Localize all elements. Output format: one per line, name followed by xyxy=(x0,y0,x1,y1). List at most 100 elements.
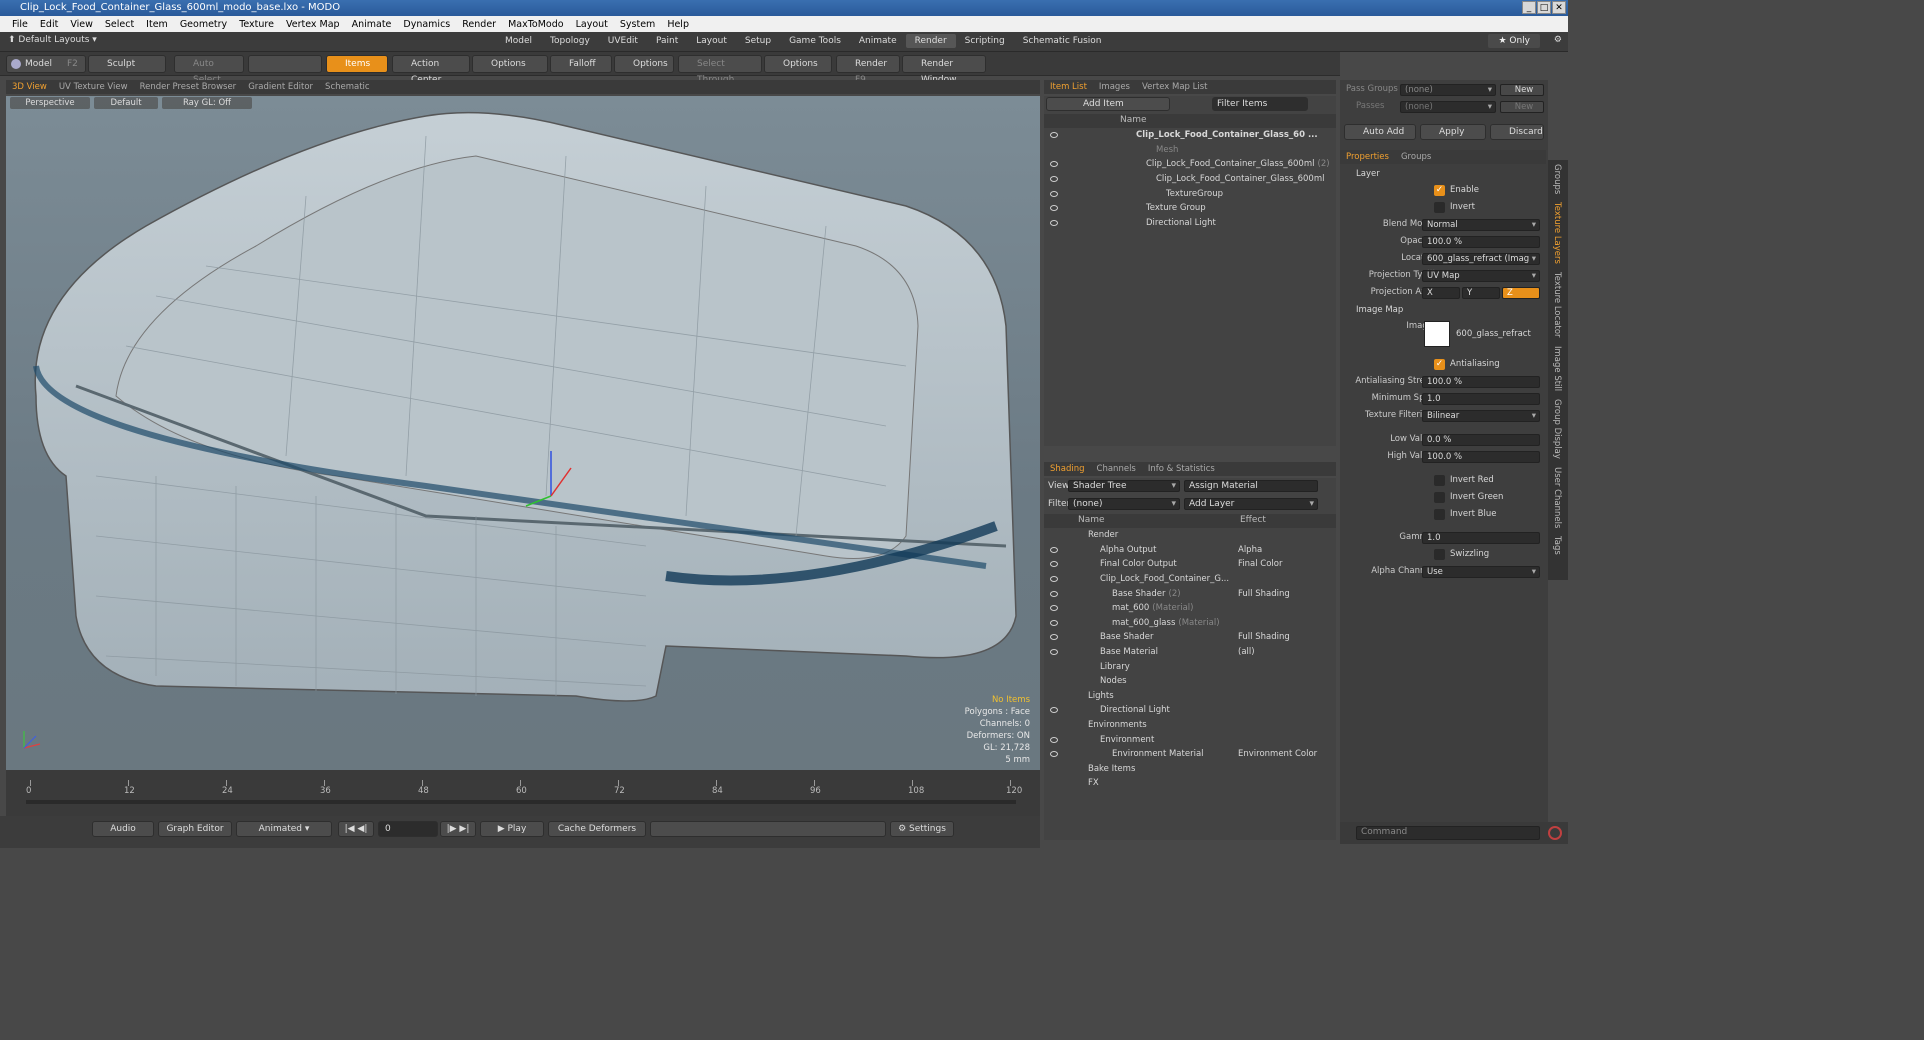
item-row[interactable]: Clip_Lock_Food_Container_Glass_60 ... xyxy=(1044,128,1336,143)
passes-dropdown[interactable]: (none) xyxy=(1400,101,1496,113)
shader-effect[interactable]: (all) xyxy=(1238,647,1255,657)
shader-effect[interactable]: Full Shading xyxy=(1238,632,1290,642)
viewport-tab-uv-texture-view[interactable]: UV Texture View xyxy=(53,82,134,92)
add-layer-dropdown[interactable]: Add Layer xyxy=(1184,498,1318,510)
item-row[interactable]: Directional Light xyxy=(1044,216,1336,231)
layout-tab-schematic-fusion[interactable]: Schematic Fusion xyxy=(1014,34,1111,48)
invert-blue-checkbox[interactable] xyxy=(1434,509,1445,520)
visibility-eye-icon[interactable] xyxy=(1050,176,1058,183)
command-input[interactable]: Command xyxy=(1356,826,1540,840)
menu-file[interactable]: File xyxy=(6,19,34,30)
side-tab-user-channels[interactable]: User Channels xyxy=(1552,463,1562,532)
viewport-tab-3d-view[interactable]: 3D View xyxy=(6,82,53,92)
visibility-eye-icon[interactable] xyxy=(1050,190,1058,197)
menu-dynamics[interactable]: Dynamics xyxy=(397,19,456,30)
graph-editor-button[interactable]: Graph Editor xyxy=(158,821,232,837)
visibility-eye-icon[interactable] xyxy=(1050,546,1058,553)
blend-mode-dropdown[interactable]: Normal xyxy=(1422,219,1540,231)
swizzling-checkbox[interactable] xyxy=(1434,549,1445,560)
view-dropdown[interactable]: Shader Tree xyxy=(1068,480,1180,492)
layout-tab-animate[interactable]: Animate xyxy=(850,34,906,48)
shader-row[interactable]: Library xyxy=(1044,659,1336,674)
visibility-eye-icon[interactable] xyxy=(1050,561,1058,568)
record-icon[interactable] xyxy=(1548,826,1562,840)
item-row[interactable]: Clip_Lock_Food_Container_Glass_600ml (2) xyxy=(1044,157,1336,172)
raygl-button[interactable]: Ray GL: Off xyxy=(162,97,252,109)
side-tab-image-still[interactable]: Image Still xyxy=(1552,342,1562,395)
item-tab-images[interactable]: Images xyxy=(1093,82,1136,92)
audio-button[interactable]: Audio xyxy=(92,821,154,837)
visibility-eye-icon[interactable] xyxy=(1050,590,1058,597)
image-thumbnail[interactable] xyxy=(1424,321,1450,347)
gear-icon[interactable]: ⚙ xyxy=(1554,35,1562,45)
menu-layout[interactable]: Layout xyxy=(570,19,614,30)
side-tab-texture-layers[interactable]: Texture Layers xyxy=(1552,198,1562,268)
side-tab-texture-locator[interactable]: Texture Locator xyxy=(1552,268,1562,342)
item-row[interactable]: Texture Group xyxy=(1044,201,1336,216)
auto-select-button[interactable]: Auto Select xyxy=(174,55,244,85)
model-button[interactable]: Model F2 xyxy=(6,55,86,73)
default-button[interactable]: Default xyxy=(94,97,158,109)
shader-row[interactable]: Nodes xyxy=(1044,674,1336,689)
visibility-eye-icon[interactable] xyxy=(1050,707,1058,714)
projection-type-dropdown[interactable]: UV Map xyxy=(1422,270,1540,282)
layout-tab-paint[interactable]: Paint xyxy=(647,34,687,48)
shading-tab-shading[interactable]: Shading xyxy=(1044,464,1091,474)
options-button-2[interactable]: Options xyxy=(614,55,674,73)
side-tab-groups[interactable]: Groups xyxy=(1552,160,1562,198)
item-row[interactable]: Mesh xyxy=(1044,143,1336,158)
low-value-field[interactable]: 0.0 % xyxy=(1422,434,1540,446)
visibility-eye-icon[interactable] xyxy=(1050,736,1058,743)
locator-dropdown[interactable]: 600_glass_refract (Imag ... xyxy=(1422,253,1540,274)
assign-material-button[interactable]: Assign Material xyxy=(1184,480,1318,492)
layouts-dropdown[interactable]: ⬆ Default Layouts ▾ xyxy=(8,35,97,45)
shading-tab-info-statistics[interactable]: Info & Statistics xyxy=(1142,464,1221,474)
timeline-track[interactable] xyxy=(26,800,1016,804)
shader-row[interactable]: Environments xyxy=(1044,718,1336,733)
key-tool-buttons[interactable] xyxy=(650,821,886,837)
menu-maxtomodo[interactable]: MaxToModo xyxy=(502,19,570,30)
shader-row[interactable]: Clip_Lock_Food_Container_G... xyxy=(1044,572,1336,587)
menu-help[interactable]: Help xyxy=(661,19,695,30)
menu-item[interactable]: Item xyxy=(140,19,174,30)
3d-viewport[interactable]: Perspective Default Ray GL: Off No Items… xyxy=(6,96,1040,770)
rewind-buttons[interactable]: |◀ ◀| xyxy=(338,821,374,837)
shader-row[interactable]: Directional Light xyxy=(1044,703,1336,718)
options-button-3[interactable]: Options xyxy=(764,55,832,73)
menu-render[interactable]: Render xyxy=(456,19,502,30)
high-value-field[interactable]: 100.0 % xyxy=(1422,451,1540,463)
props-tab-groups[interactable]: Groups xyxy=(1395,152,1437,162)
item-row[interactable]: Clip_Lock_Food_Container_Glass_600ml xyxy=(1044,172,1336,187)
visibility-eye-icon[interactable] xyxy=(1050,576,1058,583)
min-spot-field[interactable]: 1.0 xyxy=(1422,393,1540,405)
discard-button[interactable]: Discard xyxy=(1490,124,1544,140)
play-button[interactable]: ▶ Play xyxy=(480,821,544,837)
visibility-eye-icon[interactable] xyxy=(1050,161,1058,168)
shader-row[interactable]: mat_600_glass (Material) xyxy=(1044,616,1336,631)
shader-row[interactable]: Alpha Output Alpha xyxy=(1044,543,1336,558)
shader-row[interactable]: Base Shader (2) Full Shading xyxy=(1044,586,1336,601)
shader-row[interactable]: Render xyxy=(1044,528,1336,543)
layout-tab-layout[interactable]: Layout xyxy=(687,34,736,48)
viewport-tab-schematic[interactable]: Schematic xyxy=(319,82,376,92)
pass-groups-dropdown[interactable]: (none) xyxy=(1400,84,1496,96)
gamma-field[interactable]: 1.0 xyxy=(1422,532,1540,544)
close-button[interactable]: ✕ xyxy=(1552,1,1566,14)
render-window-button[interactable]: Render Window xyxy=(902,55,986,85)
shader-effect[interactable]: Final Color xyxy=(1238,559,1282,569)
layout-tab-uvedit[interactable]: UVEdit xyxy=(599,34,647,48)
shader-row[interactable]: Base Material (all) xyxy=(1044,645,1336,660)
minimize-button[interactable]: _ xyxy=(1522,1,1536,14)
shader-effect[interactable]: Environment Color xyxy=(1238,749,1317,759)
layout-tab-setup[interactable]: Setup xyxy=(736,34,780,48)
perspective-button[interactable]: Perspective xyxy=(10,97,90,109)
falloff-button[interactable]: Falloff xyxy=(550,55,612,73)
invert-green-checkbox[interactable] xyxy=(1434,492,1445,503)
menu-geometry[interactable]: Geometry xyxy=(174,19,233,30)
antialiasing-checkbox[interactable]: ✓ xyxy=(1434,359,1445,370)
filter-dropdown[interactable]: (none) xyxy=(1068,498,1180,510)
render-button[interactable]: Render F9 xyxy=(836,55,900,85)
settings-button[interactable]: ⚙ Settings xyxy=(890,821,954,837)
alpha-channel-dropdown[interactable]: Use xyxy=(1422,566,1540,578)
side-tab-group-display[interactable]: Group Display xyxy=(1552,395,1562,463)
